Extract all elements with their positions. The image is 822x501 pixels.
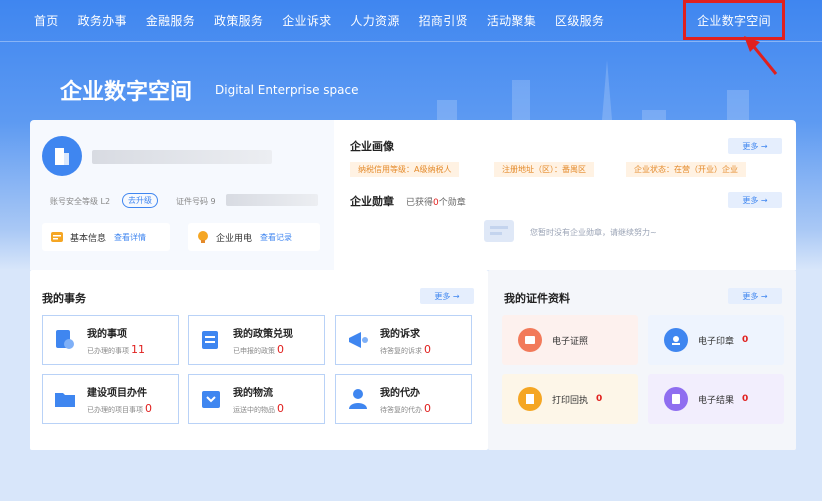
license-icon: [518, 328, 542, 352]
company-name-redacted: [92, 150, 272, 164]
task-my-agency[interactable]: 我的代办 待答复的代办 0: [335, 374, 472, 424]
matters-count: 11: [131, 342, 145, 356]
page-subtitle: Digital Enterprise space: [215, 83, 359, 97]
package-icon: [202, 391, 220, 408]
cert-e-license[interactable]: 电子证照: [502, 315, 638, 365]
megaphone-icon: [349, 332, 368, 348]
appeals-count: 0: [424, 342, 431, 356]
tag-tax-credit: 纳税信用等级：A级纳税人: [350, 162, 460, 177]
basic-info-label: 基本信息: [70, 233, 107, 244]
id-card-icon: [51, 232, 63, 242]
receipt-count: 0: [596, 394, 603, 404]
cert-number-label: 证件号码 9: [176, 197, 216, 206]
seal-icon: [664, 328, 688, 352]
nav-item-investment[interactable]: 招商引贤: [419, 12, 468, 29]
basic-info-card[interactable]: 基本信息 查看详情: [42, 223, 170, 251]
security-level: 账号安全等级 L2: [50, 197, 111, 206]
tag-address: 注册地址（区）：番禺区: [494, 162, 594, 177]
power-label: 企业用电: [216, 233, 253, 244]
certs-more-button[interactable]: 更多 →: [728, 288, 782, 304]
empty-state-icon: [484, 220, 514, 242]
policy-count: 0: [277, 342, 284, 356]
nav-item-hr[interactable]: 人力资源: [350, 12, 399, 29]
receipt-icon: [518, 387, 542, 411]
task-my-appeals[interactable]: 我的诉求 待答复的诉求 0: [335, 315, 472, 365]
empty-medal-message: 您暂时没有企业勋章，请继续努力~: [530, 228, 657, 237]
seal-count: 0: [742, 335, 749, 345]
logistics-count: 0: [277, 401, 284, 415]
building-icon: [55, 148, 69, 165]
agency-count: 0: [424, 401, 431, 415]
task-my-matters[interactable]: 我的事项 已办理的事项 11: [42, 315, 179, 365]
nav-item-events[interactable]: 活动聚集: [487, 12, 536, 29]
cert-e-result[interactable]: 电子结果 0: [648, 374, 784, 424]
policy-document-icon: [202, 331, 218, 349]
cert-print-receipt[interactable]: 打印回执 0: [502, 374, 638, 424]
nav-item-finance[interactable]: 金融服务: [146, 12, 195, 29]
tag-status: 企业状态：在营（开业）企业: [626, 162, 746, 177]
medal-title: 企业勋章: [350, 195, 394, 208]
nav-item-appeals[interactable]: 企业诉求: [282, 12, 331, 29]
company-avatar: [42, 136, 82, 176]
task-my-logistics[interactable]: 我的物流 运送中的物品 0: [188, 374, 325, 424]
page-title: 企业数字空间: [60, 80, 193, 105]
result-icon: [664, 387, 688, 411]
nav-item-policy[interactable]: 政策服务: [214, 12, 263, 29]
project-count: 0: [145, 401, 152, 415]
cert-number-redacted: [226, 194, 318, 206]
nav-item-government-affairs[interactable]: 政务办事: [78, 12, 127, 29]
affairs-title: 我的事务: [42, 292, 86, 305]
affairs-more-button[interactable]: 更多 →: [420, 288, 474, 304]
portrait-title: 企业画像: [350, 140, 394, 153]
my-affairs-panel: 我的事务 更多 → 我的事项 已办理的事项 11 我的政策兑现 已申报的政策 0 我的诉…: [30, 270, 488, 450]
portrait-more-button[interactable]: 更多 →: [728, 138, 782, 154]
basic-info-link[interactable]: 查看详情: [114, 232, 146, 243]
upgrade-button[interactable]: 去升级: [122, 193, 158, 208]
enterprise-portrait-panel: 企业画像 更多 → 纳税信用等级：A级纳税人 注册地址（区）：番禺区 企业状态：…: [334, 120, 796, 270]
certs-title: 我的证件资料: [504, 292, 570, 305]
person-icon: [349, 389, 367, 409]
medal-more-button[interactable]: 更多 →: [728, 192, 782, 208]
power-link[interactable]: 查看记录: [260, 232, 292, 243]
medal-count-note: 已获得0个勋章: [406, 198, 466, 208]
lightbulb-icon: [198, 231, 208, 243]
profile-panel: 账号安全等级 L2 去升级 证件号码 9 基本信息 查看详情 企业用电 查看记录: [30, 120, 334, 270]
document-search-icon: [56, 330, 74, 349]
task-construction-project[interactable]: 建设项目办件 已办理的项目事项 0: [42, 374, 179, 424]
task-policy-redemption[interactable]: 我的政策兑现 已申报的政策 0: [188, 315, 325, 365]
top-navigation: 首页 政务办事 金融服务 政策服务 企业诉求 人力资源 招商引贤 活动聚集 区级…: [0, 0, 822, 42]
red-arrow-annotation: [744, 36, 778, 75]
my-certificates-panel: 我的证件资料 更多 → 电子证照 电子印章 0 打印回执 0 电子结果 0: [488, 270, 796, 450]
nav-item-district[interactable]: 区级服务: [555, 12, 604, 29]
nav-item-home[interactable]: 首页: [34, 12, 59, 29]
cert-e-seal[interactable]: 电子印章 0: [648, 315, 784, 365]
folder-icon: [55, 393, 75, 407]
power-card[interactable]: 企业用电 查看记录: [188, 223, 320, 251]
result-count: 0: [742, 394, 749, 404]
